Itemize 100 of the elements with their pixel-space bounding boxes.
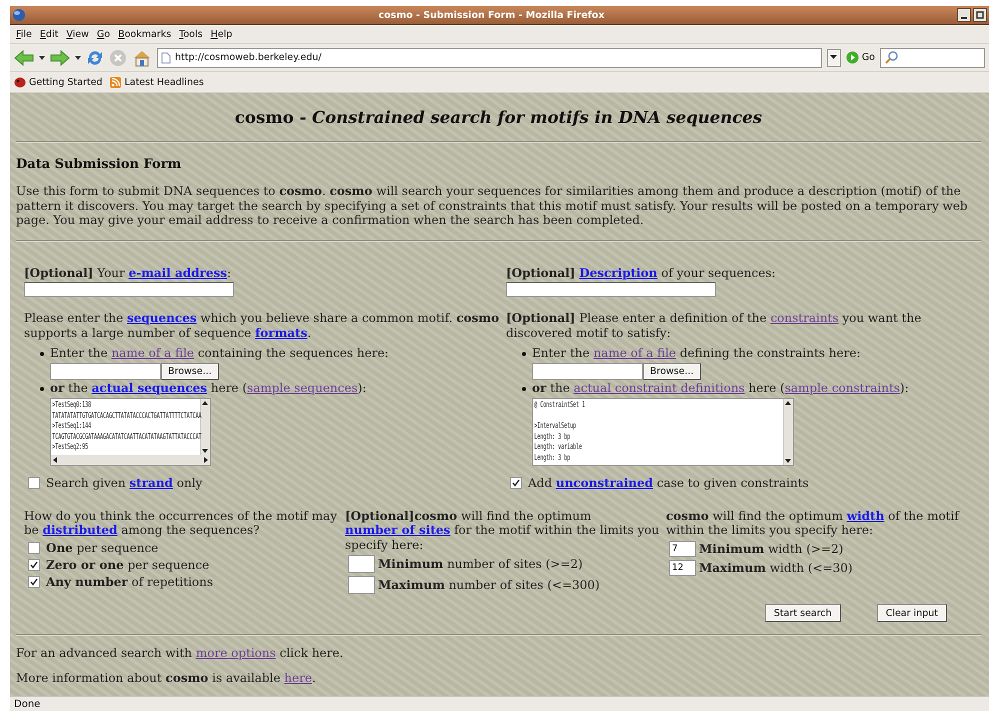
back-icon[interactable] xyxy=(14,50,34,66)
caret-icon[interactable] xyxy=(75,54,81,60)
globe-icon xyxy=(12,8,26,22)
go-button[interactable]: Go xyxy=(862,52,875,63)
instruction-text: Please enter the sequences which you believe share a common motif. cosmo supports a large number of sequence formats. xyxy=(24,311,500,340)
action-button[interactable]: Start search xyxy=(764,604,841,622)
minimize-button[interactable] xyxy=(957,8,971,22)
menu-item[interactable]: Edit xyxy=(38,26,64,42)
link[interactable]: e-mail address xyxy=(128,266,227,280)
search-field[interactable] xyxy=(880,48,985,68)
link[interactable]: constraints xyxy=(770,311,839,325)
link[interactable]: unconstrained xyxy=(556,476,654,490)
option-label: Search given strand only xyxy=(46,476,202,490)
home-icon[interactable] xyxy=(132,48,152,66)
link[interactable]: name of a file xyxy=(593,346,676,360)
checkbox[interactable] xyxy=(510,477,522,490)
feed-icon xyxy=(110,76,122,88)
link[interactable]: here xyxy=(284,670,312,684)
address-field[interactable]: http://cosmoweb.berkeley.edu/ xyxy=(157,48,822,68)
scroll-up-icon[interactable] xyxy=(784,399,792,407)
menu-item[interactable]: Help xyxy=(208,26,238,42)
link[interactable]: Description xyxy=(579,266,658,280)
link[interactable]: more options xyxy=(196,646,276,660)
option-label: One per sequence xyxy=(46,540,158,554)
instruction-text: [Optional] Please enter a definition of the constraints you want the discovered motif to satisfy: xyxy=(506,311,922,340)
option-label: Zero or one per sequence xyxy=(46,558,210,572)
scrollbar[interactable] xyxy=(200,399,210,455)
browse-button[interactable]: Browse... xyxy=(161,362,219,380)
link[interactable]: actual sequences xyxy=(92,380,208,394)
bookmark-icon xyxy=(14,76,26,88)
instruction-text: Enter the name of a file defining the constraints here: xyxy=(532,346,860,360)
checkbox[interactable] xyxy=(28,576,40,588)
browse-button[interactable]: Browse... xyxy=(643,362,701,380)
link[interactable]: sample constraints xyxy=(784,380,900,394)
instruction-text: or the actual constraint definitions here (sample constraints): xyxy=(532,380,909,395)
go-icon[interactable] xyxy=(846,51,859,64)
file-field[interactable] xyxy=(50,362,161,380)
status-text: Done xyxy=(14,698,40,710)
scroll-left-icon[interactable] xyxy=(51,456,59,464)
number-field[interactable]: 12 xyxy=(669,560,696,576)
form-title: Data Submission Form xyxy=(16,157,182,172)
menu-item[interactable]: Bookmarks xyxy=(116,26,178,42)
menu-item[interactable]: Go xyxy=(94,26,116,42)
caret-icon[interactable] xyxy=(39,54,45,60)
text-area[interactable]: >TestSeq0:138 TATATATATTGTGATCACAGCTTATATACCCACTGATTATTTTCTATCAA >TestSeq1:144 TCAGTGTACGCGATAAAGACATATCAATTACATATAAGTATTATACCCAT >TestSeq2:95 xyxy=(50,398,211,466)
link[interactable]: width xyxy=(846,508,884,522)
instruction-text: cosmo will find the optimum width of the motif within the limits you specify here: xyxy=(666,508,960,538)
field-label: Maximum number of sites (<=300) xyxy=(378,578,600,592)
bookmark-link[interactable]: Getting Started xyxy=(29,76,102,88)
file-field[interactable] xyxy=(532,362,643,380)
question-text: How do you think the occurrences of the motif may be distributed among the sequences? xyxy=(24,508,338,538)
bullet-icon xyxy=(40,352,44,356)
link[interactable]: actual constraint definitions xyxy=(574,380,745,394)
field-label: Minimum number of sites (>=2) xyxy=(378,557,583,571)
maximize-icon xyxy=(976,11,984,19)
instruction-text: or the actual sequences here (sample sequences): xyxy=(50,380,366,395)
link[interactable]: distributed xyxy=(42,523,118,537)
footer-text: For an advanced search with more options click here. xyxy=(16,646,344,660)
link[interactable]: strand xyxy=(129,476,173,490)
checkbox[interactable] xyxy=(28,542,40,554)
description-field[interactable] xyxy=(506,282,716,297)
field-label: [Optional] Description of your sequences: xyxy=(506,266,777,280)
checkbox[interactable] xyxy=(28,477,40,490)
link[interactable]: name of a file xyxy=(111,346,194,360)
search-icon xyxy=(884,50,900,64)
bullet-icon xyxy=(40,386,44,390)
forward-icon[interactable] xyxy=(50,50,70,66)
link[interactable]: formats xyxy=(255,326,308,340)
text-area[interactable]: @ ConstraintSet 1 >IntervalSetup Length: 3 bp Length: variable Length: 3 bp xyxy=(532,398,794,466)
instruction-text: Enter the name of a file containing the sequences here: xyxy=(50,346,389,360)
bullet-icon xyxy=(522,386,526,390)
link[interactable]: sequences xyxy=(127,311,197,325)
scroll-down-icon[interactable] xyxy=(784,457,792,465)
intro-text: Use this form to submit DNA sequences to cosmo. cosmo will search your sequences for similarities among them and produce a description (motif) of the pattern it discovers. You may target the search by specifying a set of constraints that this motif must satisfy. Your results will be posted on a temporary web page. You may give your email address to receive a confirmation when the search has been completed. xyxy=(16,184,969,228)
menu-item[interactable]: Tools xyxy=(177,26,209,42)
footer-text: More information about cosmo is available here. xyxy=(16,670,317,685)
menu-item[interactable]: View xyxy=(64,26,95,42)
field-label: Maximum width (<=30) xyxy=(699,560,853,574)
instruction-text: [Optional]cosmo will find the optimum number of sites for the motif within the limits you specify here: xyxy=(345,508,660,552)
email-field[interactable] xyxy=(24,282,234,297)
number-field[interactable]: 7 xyxy=(669,540,696,556)
action-button[interactable]: Clear input xyxy=(876,604,947,622)
bullet-icon xyxy=(522,352,526,356)
link[interactable]: sample sequences xyxy=(247,380,358,394)
field-label: [Optional] Your e-mail address: xyxy=(24,266,232,280)
scrollbar[interactable] xyxy=(51,455,210,465)
scroll-up-icon[interactable] xyxy=(201,399,209,407)
maximize-button[interactable] xyxy=(973,8,987,22)
scrollbar[interactable] xyxy=(783,399,793,465)
number-field[interactable] xyxy=(348,576,375,594)
menu-item[interactable]: File xyxy=(14,26,38,42)
reload-icon[interactable] xyxy=(86,48,104,66)
checkbox[interactable] xyxy=(28,558,40,570)
page-icon xyxy=(161,52,171,64)
dropdown-button[interactable] xyxy=(826,48,841,66)
bookmark-link[interactable]: Latest Headlines xyxy=(124,76,204,88)
link[interactable]: number of sites xyxy=(345,523,450,537)
option-label: Any number of repetitions xyxy=(46,574,214,588)
field-label: Minimum width (>=2) xyxy=(699,542,844,556)
number-field[interactable] xyxy=(348,555,375,573)
